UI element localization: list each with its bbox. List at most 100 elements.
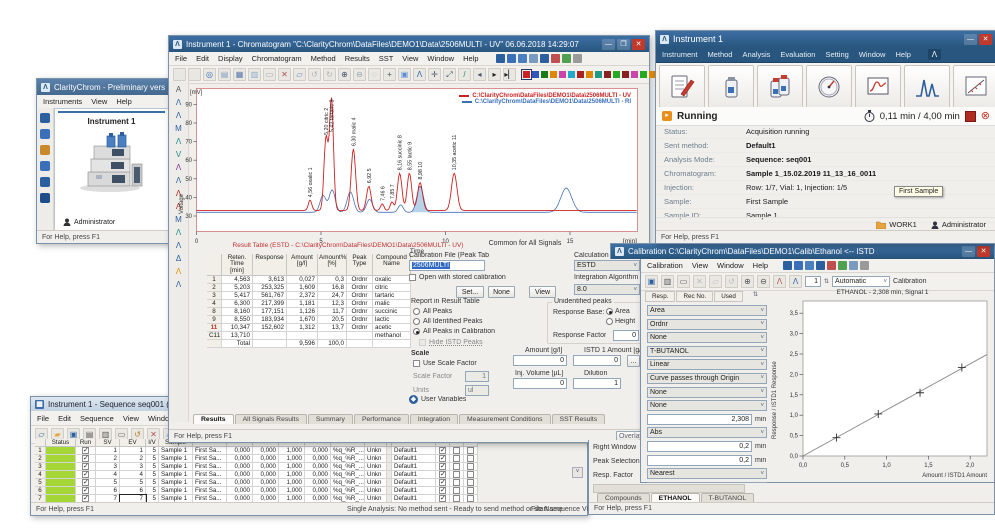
close-button[interactable]: ✕ <box>977 246 990 257</box>
network-icon[interactable] <box>40 177 50 187</box>
menu-item[interactable]: Chromatogram <box>252 54 302 63</box>
uv-signal-icon[interactable] <box>783 261 792 270</box>
single-run-icon[interactable] <box>708 65 754 109</box>
grid-scroll-arrows[interactable]: ⇅ <box>753 291 758 298</box>
checkbox-cell[interactable] <box>464 471 478 479</box>
manual-int-icon[interactable]: Λ <box>173 279 185 290</box>
menu-item[interactable]: Method <box>311 54 336 63</box>
result-row[interactable]: 11 10,347 152,602 1,312 13,7 Ordnr aceti… <box>207 324 411 332</box>
sequence-row[interactable]: 4 4 4 5 Sample 1 First Sa... 0,000 0,000… <box>35 471 478 479</box>
user-variables-button[interactable]: ◆ User Variables <box>409 395 466 404</box>
redo-icon[interactable]: ↻ <box>323 68 336 81</box>
use-scale-checkbox[interactable]: Use Scale Factor <box>413 360 477 367</box>
calibration-input[interactable]: 0,2 <box>647 455 752 466</box>
checkbox-cell[interactable] <box>450 455 464 463</box>
hide-istd-checkbox[interactable]: Hide ISTD Peaks <box>419 339 483 346</box>
calibration-select[interactable]: Area˅ <box>647 305 767 316</box>
checkbox-cell[interactable] <box>464 455 478 463</box>
device-monitor-icon[interactable] <box>806 65 852 109</box>
zoom-out-icon[interactable]: ⊖ <box>353 68 366 81</box>
column-header[interactable]: Run <box>76 439 96 447</box>
result-row[interactable]: 3 5,417 561,767 2,372 24,7 Ordnr tartari… <box>207 292 411 300</box>
signal-color-swatch[interactable] <box>586 71 593 78</box>
signal-color-swatch[interactable] <box>631 71 638 78</box>
instrument-title-bar[interactable]: Λ Instrument 1 — ✕ <box>656 31 995 47</box>
blue-peak-icon[interactable]: Λ <box>789 275 802 288</box>
menu-item[interactable]: Window <box>427 54 454 63</box>
calibration-select[interactable]: Abs˅ <box>647 427 767 438</box>
method-icon[interactable] <box>551 54 560 63</box>
compound-index-spinner[interactable]: 1 <box>805 276 821 287</box>
view-button[interactable]: View <box>529 286 556 298</box>
column-header[interactable]: Reten. Time [min] <box>222 254 253 276</box>
calibration-select[interactable]: None˅ <box>647 400 767 411</box>
recalibration-mode-select[interactable]: Automatic˅ <box>832 276 890 287</box>
checkbox-cell[interactable] <box>436 471 450 479</box>
sequence-row[interactable]: 1 1 1 5 Sample 1 First Sa... 0,000 0,000… <box>35 447 478 455</box>
peaks-icon[interactable] <box>805 261 814 270</box>
play-icon[interactable]: ▸ <box>488 68 501 81</box>
column-header[interactable]: Resp. <box>645 291 675 302</box>
calibration-select[interactable]: None˅ <box>647 332 767 343</box>
checkbox-cell[interactable] <box>436 447 450 455</box>
menu-item[interactable]: Results <box>345 54 370 63</box>
monitor-icon[interactable] <box>40 161 50 171</box>
preview-icon[interactable]: ▤ <box>218 68 231 81</box>
interactive-tool-icon[interactable]: + <box>383 68 396 81</box>
options-icon[interactable] <box>860 261 869 270</box>
signal-color-swatch[interactable] <box>577 71 584 78</box>
save-icon[interactable]: ▣ <box>645 275 658 288</box>
export-icon[interactable] <box>562 54 571 63</box>
calibration-chart[interactable]: ETHANOL - 2,308 min, Signal 1 0,00,51,01… <box>773 289 992 480</box>
calibration-select[interactable]: Curve passes through Origin˅ <box>647 373 767 384</box>
menu-item[interactable]: Method <box>707 50 732 59</box>
menu-item[interactable]: View <box>123 414 139 423</box>
signal-color-swatch[interactable] <box>559 71 566 78</box>
tab[interactable]: All Signals Results <box>235 414 307 424</box>
window-tile-icon[interactable] <box>529 54 538 63</box>
menu-item[interactable]: Sequence <box>80 414 114 423</box>
column-header[interactable]: Peak Type <box>347 254 373 276</box>
save-icon[interactable] <box>188 68 201 81</box>
result-row[interactable]: 2 5,203 253,325 1,609 16,8 Ordnr citric <box>207 284 411 292</box>
copy-icon[interactable]: ▱ <box>709 275 722 288</box>
chart-icon[interactable] <box>849 261 858 270</box>
menu-item[interactable]: Evaluation <box>780 50 815 59</box>
cut-icon[interactable]: ✕ <box>693 275 706 288</box>
signal-color-swatch[interactable] <box>613 71 620 78</box>
undo-icon[interactable]: ↺ <box>308 68 321 81</box>
result-row[interactable]: C11 13,710 methanol <box>207 332 411 340</box>
menu-item[interactable]: Help <box>116 97 131 106</box>
open-chromatogram-icon[interactable] <box>173 68 186 81</box>
signal-color-swatch[interactable] <box>541 71 548 78</box>
horizontal-scrollbar[interactable] <box>593 484 745 493</box>
run-checkbox-cell[interactable] <box>76 487 96 495</box>
istd-peak-icon[interactable]: Λ <box>173 266 185 277</box>
cut-icon[interactable]: ✕ <box>278 68 291 81</box>
column-header[interactable]: SV <box>96 439 120 447</box>
abort-button[interactable]: ⊗ <box>981 111 990 121</box>
column-header[interactable]: Compound Name <box>373 254 411 276</box>
column-header[interactable]: I/V <box>146 439 159 447</box>
column-header[interactable] <box>207 254 222 276</box>
tab[interactable]: Integration <box>410 414 458 424</box>
menu-item[interactable]: Instruments <box>43 97 82 106</box>
tab[interactable]: Performance <box>354 414 409 424</box>
column-header[interactable]: Used <box>714 291 743 302</box>
radio-all-peaks-in-calibration[interactable]: All Peaks in Calibration <box>413 328 495 335</box>
checkbox-cell[interactable] <box>450 447 464 455</box>
unzoom-icon[interactable]: ◌ <box>368 68 381 81</box>
menu-item[interactable]: Edit <box>196 54 209 63</box>
calibration-select[interactable]: Linear˅ <box>647 359 767 370</box>
signal-color-swatch[interactable] <box>550 71 557 78</box>
chromatogram-title-bar[interactable]: Λ Instrument 1 - Chromatogram "C:\Clarit… <box>169 36 649 52</box>
minimize-button[interactable]: — <box>602 39 615 50</box>
checkbox-cell[interactable] <box>450 479 464 487</box>
sequence-row[interactable]: 5 5 5 5 Sample 1 First Sa... 0,000 0,000… <box>35 479 478 487</box>
checkbox-cell[interactable] <box>436 455 450 463</box>
menu-item[interactable]: Help <box>463 54 478 63</box>
amount-input[interactable]: 0 <box>513 355 567 366</box>
calib-file-input[interactable]: 2506MULTI <box>409 260 485 271</box>
clarity-title-bar[interactable]: Λ ClarityChrom - Preliminary version <box>37 79 169 95</box>
signal-color-swatch[interactable] <box>622 71 629 78</box>
